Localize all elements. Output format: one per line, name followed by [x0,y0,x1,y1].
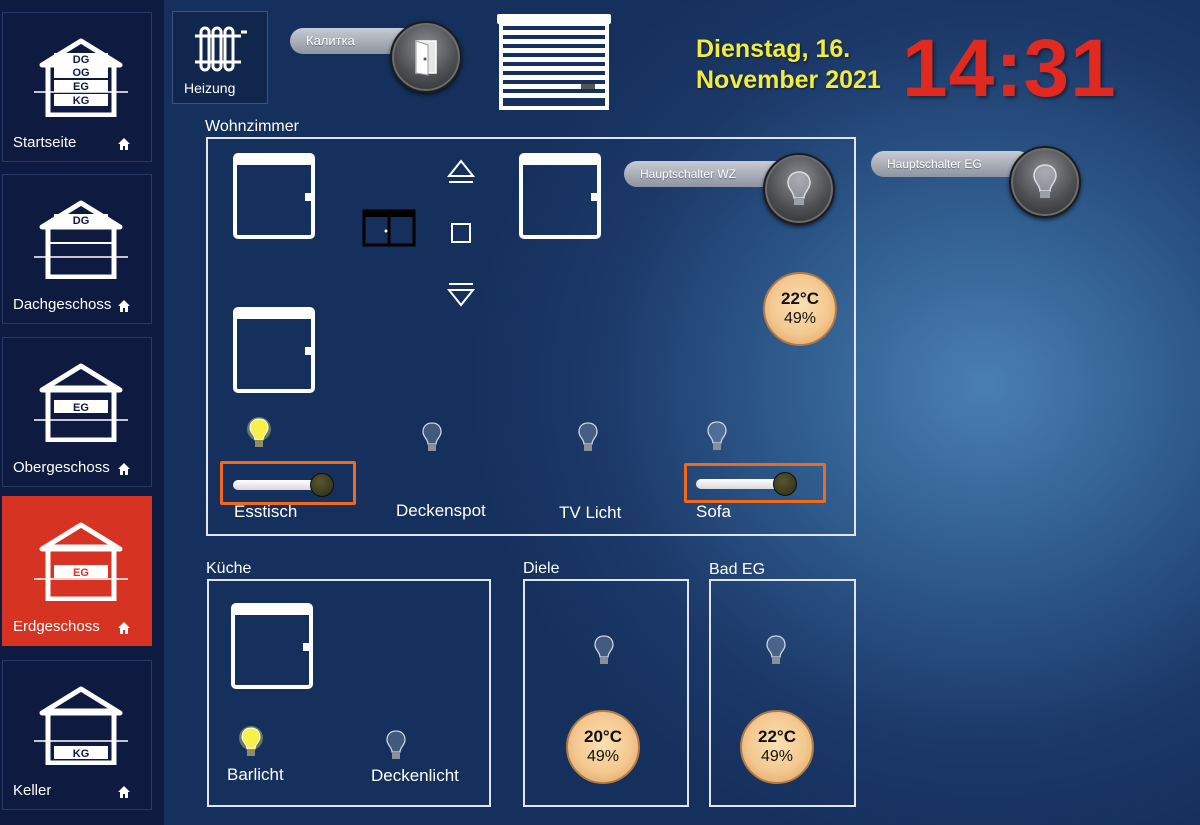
floor-tag: DG [73,215,90,227]
lightbulb-off-icon[interactable] [575,420,601,456]
sidebar-item-label: Dachgeschoss [13,296,112,313]
lightbulb-off-icon [787,171,811,205]
floor-tag: KG [73,748,90,760]
sidebar-item-keller[interactable]: KG Keller [2,660,152,810]
master-switch-eg-button[interactable] [1009,146,1081,218]
floor-tag: EG [73,81,89,93]
blind-down-button[interactable] [446,281,476,307]
lightbulb-off-icon[interactable] [383,728,409,764]
lightbulb-on-icon[interactable] [246,416,272,452]
sidebar-item-label: Startseite [13,134,77,151]
sidebar-item-dachgeschoss[interactable]: DG Dachgeschoss [2,174,152,324]
floor-tag: KG [73,95,90,107]
gate-button[interactable] [390,21,462,93]
lightbulb-on-icon[interactable] [238,725,264,761]
date-month-year: November 2021 [696,66,881,94]
master-switch-wz-button[interactable] [763,153,835,225]
sidebar-item-startseite[interactable]: DG OG EG KG Startseite [2,12,152,162]
window-icon[interactable] [233,307,315,393]
room-title-diele: Diele [523,560,560,577]
light-label-esstisch: Esstisch [234,502,298,521]
date-display: Dienstag, 16. November 2021 [696,34,896,96]
floor-tag: DG [73,54,90,66]
garage-shutter-icon[interactable] [495,12,613,110]
sidebar-item-label: Erdgeschoss [13,618,100,635]
house-all-floors-icon: DG OG EG KG [34,38,128,117]
home-icon [118,463,130,475]
humidity-value: 49% [760,748,794,765]
radiator-icon [195,26,247,72]
temperature-value: 20°C [584,727,622,746]
house-attic-icon: DG [34,200,128,279]
blind-window-icon[interactable] [362,209,416,247]
light-label-tv-licht: TV Licht [559,503,622,522]
window-icon[interactable] [519,153,601,239]
lightbulb-off-icon[interactable] [763,633,789,669]
blind-stop-button[interactable] [450,222,472,244]
lightbulb-off-icon [1033,164,1057,198]
light-label-deckenspot: Deckenspot [396,501,486,520]
floor-tag: OG [72,67,89,79]
light-label-deckenlicht: Deckenlicht [371,766,459,785]
home-icon [118,138,130,150]
humidity-value: 49% [586,748,620,765]
master-switch-eg-label: Hauptschalter EG [871,151,1031,177]
room-title-bad-eg: Bad EG [709,561,766,578]
lightbulb-off-icon[interactable] [591,633,617,669]
date-weekday: Dienstag, 16. [696,35,851,63]
temperature-value: 22°C [758,727,796,746]
sidebar-item-label: Obergeschoss [13,459,110,476]
clock: 14:31 [902,23,1117,114]
climate-sensor-bad-eg: 22°C 49% [740,710,814,784]
sidebar-item-erdgeschoss[interactable]: EG Erdgeschoss [2,496,152,646]
dimmer-knob-esstisch[interactable] [310,473,334,497]
home-icon [118,300,130,312]
room-title-kueche: Küche [206,560,252,577]
floor-tag: EG [73,567,89,579]
home-icon [118,786,130,798]
blind-up-button[interactable] [446,159,476,185]
window-icon[interactable] [231,603,313,689]
light-label-sofa: Sofa [696,502,731,521]
heating-label: Heizung [184,80,236,96]
window-icon[interactable] [233,153,315,239]
light-label-barlicht: Barlicht [227,765,284,784]
home-icon [118,622,130,634]
dimmer-knob-sofa[interactable] [773,472,797,496]
lightbulb-off-icon[interactable] [704,419,730,455]
lightbulb-off-icon[interactable] [419,420,445,456]
door-open-icon [415,40,437,76]
room-title-wohnzimmer: Wohnzimmer [205,118,299,135]
climate-sensor-wohnzimmer: 22°C 49% [763,272,837,346]
humidity-value: 49% [783,310,817,327]
temperature-value: 22°C [781,289,819,308]
house-ground-floor-icon: EG [34,522,128,601]
sidebar-item-label: Keller [13,782,52,799]
heating-button[interactable]: Heizung [172,11,268,104]
house-basement-icon: KG [34,686,128,765]
climate-sensor-diele: 20°C 49% [566,710,640,784]
sidebar-item-obergeschoss[interactable]: EG Obergeschoss [2,337,152,487]
floor-tag: EG [73,402,89,414]
house-upper-floor-icon: EG [34,363,128,442]
